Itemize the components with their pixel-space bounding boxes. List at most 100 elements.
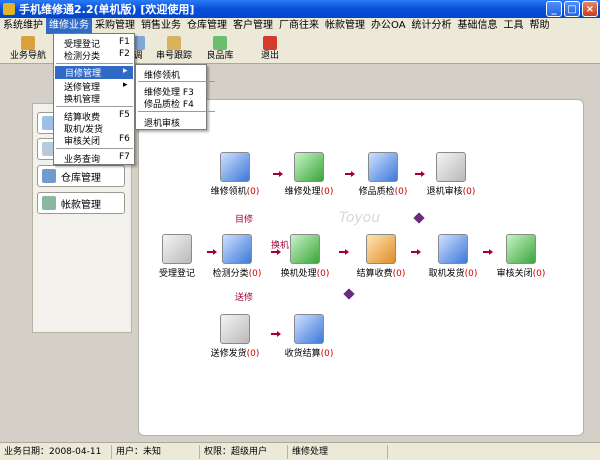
menu-stats[interactable]: 统计分析 <box>409 18 455 34</box>
menu-item-self-repair[interactable]: 目修管理 ▸ <box>55 66 133 79</box>
menu-separator <box>138 111 215 112</box>
node-settlement-label: 结算收费 <box>356 269 393 279</box>
receive-settle-icon <box>294 314 324 344</box>
menu-customer[interactable]: 客户管理 <box>230 18 276 34</box>
node-register-label: 受理登记 <box>158 269 195 279</box>
menu-item-inspect[interactable]: 检测分类 F2 <box>64 49 130 62</box>
node-receive-settle[interactable]: 收货结算(0) <box>279 314 339 359</box>
node-swap-process[interactable]: 换机处理(0) <box>275 234 335 279</box>
pin-icon <box>343 288 355 300</box>
toolbar-good-stock-button[interactable]: 良品库 <box>204 36 236 61</box>
node-repair-receive[interactable]: 维修领机(0) <box>205 152 265 197</box>
menu-item-query[interactable]: 业务查询 F7 <box>64 152 130 165</box>
status-role: 权限：超级用户 <box>200 444 288 459</box>
quality-check-icon <box>368 152 398 182</box>
toolbar-exit-label: 退出 <box>260 51 279 61</box>
submenu-arrow-icon: ▸ <box>123 66 128 76</box>
node-pickup-count: (0) <box>464 269 478 279</box>
submenu-arrow-icon: ▸ <box>123 80 128 90</box>
menu-basic[interactable]: 基础信息 <box>455 18 501 34</box>
node-repair-process[interactable]: 维修处理(0) <box>279 152 339 197</box>
menu-accounts[interactable]: 帐款管理 <box>322 18 368 34</box>
menu-item-close[interactable]: 审核关闭 F6 <box>64 134 130 147</box>
minimize-button[interactable]: _ <box>546 1 562 17</box>
node-inspect[interactable]: 检测分类(0) <box>207 234 267 279</box>
register-icon <box>162 234 192 264</box>
repair-process-icon <box>294 152 324 182</box>
node-repair-process-label: 维修处理 <box>284 187 321 197</box>
ledger-icon <box>42 196 56 210</box>
menu-item-swap-label: 换机管理 <box>64 95 101 105</box>
node-register[interactable]: 受理登记 <box>147 234 207 279</box>
pickup-icon <box>438 234 468 264</box>
node-send-out[interactable]: 送修发货(0) <box>205 314 265 359</box>
window-title: 手机维修通2.2(单机版) [欢迎使用] <box>19 3 195 16</box>
return-review-icon <box>436 152 466 182</box>
status-bar: 业务日期：2008-04-11 用户：未知 权限：超级用户 维修处理 <box>0 442 600 460</box>
self-repair-submenu: 维修领机 维修处理 F3 修品质检 F4 退机审核 <box>135 64 215 130</box>
left-nav-accounts-label: 帐款管理 <box>61 199 101 211</box>
node-pickup[interactable]: 取机发货(0) <box>423 234 483 279</box>
menu-office[interactable]: 办公OA <box>368 18 409 34</box>
menu-separator <box>138 81 215 82</box>
menu-sales[interactable]: 销售业务 <box>138 18 184 34</box>
toolbar-track-button[interactable]: 串号跟踪 <box>156 36 192 61</box>
submenu-item-return-review[interactable]: 退机审核 <box>144 116 180 129</box>
node-swap-process-count: (0) <box>316 269 330 279</box>
maximize-button[interactable]: □ <box>564 1 580 17</box>
menu-tools[interactable]: 工具 <box>501 18 527 34</box>
menu-purchase[interactable]: 采购管理 <box>92 18 138 34</box>
send-out-icon <box>220 314 250 344</box>
inspect-icon <box>222 234 252 264</box>
submenu-item-quality-key: F4 <box>182 100 194 110</box>
menu-help[interactable]: 帮助 <box>527 18 553 34</box>
node-quality-check[interactable]: 修品质检(0) <box>353 152 413 197</box>
menu-item-query-label: 业务查询 <box>64 155 101 165</box>
node-close-count: (0) <box>532 269 546 279</box>
menu-warehouse[interactable]: 仓库管理 <box>184 18 230 34</box>
toolbar-exit-button[interactable]: 退出 <box>258 36 282 61</box>
flow-arrow <box>411 248 421 256</box>
node-receive-settle-count: (0) <box>320 349 334 359</box>
app-icon <box>3 3 15 15</box>
app-window: 手机维修通2.2(单机版) [欢迎使用] _ □ × 系统维护 维修业务 采购管… <box>0 0 600 460</box>
repair-receive-icon <box>220 152 250 182</box>
menu-vendor[interactable]: 厂商往来 <box>276 18 322 34</box>
menu-item-close-key: F6 <box>119 134 130 144</box>
node-settlement[interactable]: 结算收费(0) <box>351 234 411 279</box>
node-repair-receive-count: (0) <box>246 187 260 197</box>
close-button[interactable]: × <box>582 1 598 17</box>
node-return-review[interactable]: 退机审核(0) <box>421 152 481 197</box>
node-repair-process-count: (0) <box>320 187 334 197</box>
flow-arrow <box>339 248 349 256</box>
node-quality-check-label: 修品质检 <box>358 187 395 197</box>
toolbar-navigation-button[interactable]: 业务导航 <box>6 36 50 61</box>
menu-item-close-label: 审核关闭 <box>64 137 101 147</box>
menu-item-inspect-key: F2 <box>119 49 130 59</box>
menu-bar: 系统维护 维修业务 采购管理 销售业务 仓库管理 客户管理 厂商往来 帐款管理 … <box>0 18 600 34</box>
watermark: Toyou <box>339 210 381 226</box>
menu-repair[interactable]: 维修业务 <box>46 18 92 34</box>
status-mode: 维修处理 <box>288 444 388 459</box>
toolbar-navigation-label: 业务导航 <box>9 51 46 61</box>
submenu-item-quality[interactable]: 修品质检 F4 <box>144 97 194 110</box>
submenu-item-receive-label: 维修领机 <box>144 71 181 81</box>
node-return-review-count: (0) <box>462 187 476 197</box>
title-bar: 手机维修通2.2(单机版) [欢迎使用] _ □ × <box>0 0 600 18</box>
node-close[interactable]: 审核关闭(0) <box>491 234 551 279</box>
menu-item-swap[interactable]: 换机管理 <box>64 92 100 105</box>
left-nav-warehouse-label: 仓库管理 <box>61 172 101 184</box>
menu-item-query-key: F7 <box>119 152 130 162</box>
good-stock-icon <box>213 36 227 50</box>
menu-separator <box>56 63 133 64</box>
node-inspect-label: 检测分类 <box>212 269 249 279</box>
node-close-label: 审核关闭 <box>496 269 533 279</box>
left-nav-warehouse[interactable]: 仓库管理 <box>37 165 125 187</box>
workflow-panel: Toyou 维修领机(0) 维修处理(0) 修品质检(0) 退机审核(0) 目修… <box>138 99 584 436</box>
submenu-item-receive[interactable]: 维修领机 <box>144 68 180 81</box>
node-settlement-count: (0) <box>392 269 406 279</box>
exit-icon <box>263 36 277 50</box>
left-nav-accounts[interactable]: 帐款管理 <box>37 192 125 214</box>
menu-separator <box>56 106 133 107</box>
menu-system[interactable]: 系统维护 <box>0 18 46 34</box>
